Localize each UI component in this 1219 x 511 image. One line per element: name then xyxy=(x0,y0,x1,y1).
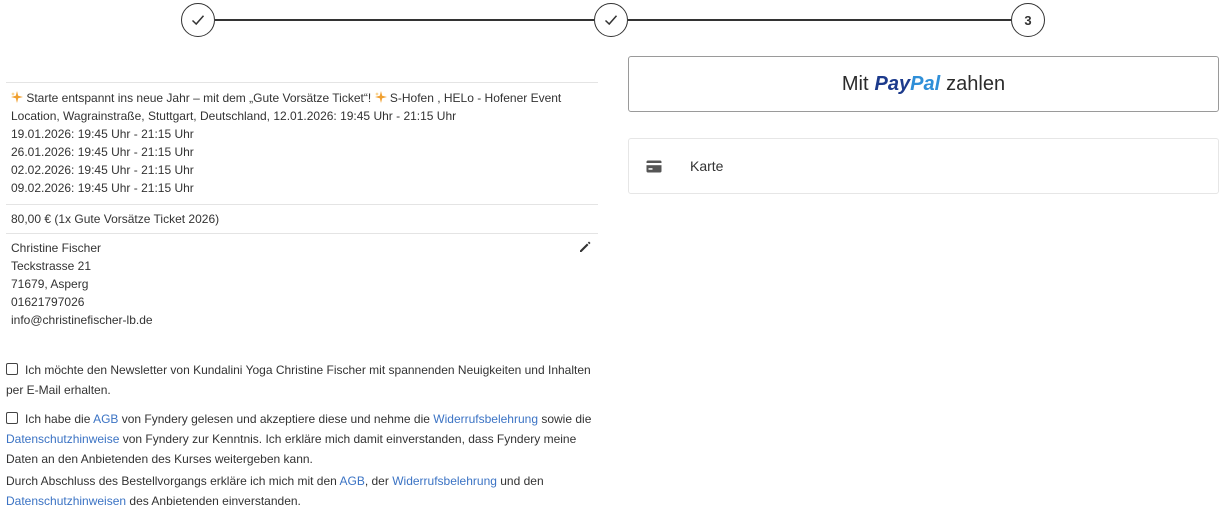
address-email: info@christinefischer-lb.de xyxy=(11,313,153,327)
agb-link[interactable]: AGB xyxy=(340,474,365,488)
newsletter-consent: Ich möchte den Newsletter von Kundalini … xyxy=(6,360,598,400)
credit-card-icon xyxy=(646,160,662,172)
checkout-stepper: 3 xyxy=(0,0,1219,48)
newsletter-checkbox[interactable] xyxy=(6,363,18,375)
event-details: Starte entspannt ins neue Jahr – mit dem… xyxy=(6,83,598,204)
step-2-completed xyxy=(594,3,628,37)
address-street: Teckstrasse 21 xyxy=(11,259,92,273)
newsletter-text: Ich möchte den Newsletter von Kundalini … xyxy=(6,363,591,397)
step-number: 3 xyxy=(1024,12,1032,28)
event-date: 09.02.2026: 19:45 Uhr - 21:15 Uhr xyxy=(11,181,194,195)
address-name: Christine Fischer xyxy=(11,241,102,255)
event-date: 26.01.2026: 19:45 Uhr - 21:15 Uhr xyxy=(11,145,194,159)
sparkles-icon xyxy=(11,91,23,103)
paypal-pay-button[interactable]: Mit PayPal zahlen xyxy=(628,56,1219,112)
card-option-label: Karte xyxy=(690,158,724,174)
step-3-current: 3 xyxy=(1011,3,1045,37)
check-icon xyxy=(191,15,205,26)
pencil-icon[interactable] xyxy=(578,240,592,254)
step-connector xyxy=(215,19,594,21)
billing-address: Christine Fischer Teckstrasse 21 71679, … xyxy=(6,234,598,331)
price-summary: 80,00 € (1x Gute Vorsätze Ticket 2026) xyxy=(11,212,220,226)
order-summary: Starte entspannt ins neue Jahr – mit dem… xyxy=(6,82,598,511)
address-phone: 01621797026 xyxy=(11,295,85,309)
paypal-logo: PayPal xyxy=(874,72,941,95)
event-date: 19.01.2026: 19:45 Uhr - 21:15 Uhr xyxy=(11,127,194,141)
check-icon xyxy=(604,15,618,26)
widerrufsbelehrung-link[interactable]: Widerrufsbelehrung xyxy=(392,474,497,488)
step-connector xyxy=(628,19,1011,21)
card-payment-option[interactable]: Karte xyxy=(628,138,1219,194)
agb-link[interactable]: AGB xyxy=(93,412,118,426)
step-1-completed xyxy=(181,3,215,37)
event-date: 02.02.2026: 19:45 Uhr - 21:15 Uhr xyxy=(11,163,194,177)
widerrufsbelehrung-link[interactable]: Widerrufsbelehrung xyxy=(433,412,538,426)
terms-consent: Ich habe die AGB von Fyndery gelesen und… xyxy=(6,412,592,466)
datenschutz-link[interactable]: Datenschutzhinweisen xyxy=(6,494,126,508)
order-legal-notice: Durch Abschluss des Bestellvorgangs erkl… xyxy=(6,474,544,508)
datenschutz-link[interactable]: Datenschutzhinweise xyxy=(6,432,119,446)
terms-checkbox[interactable] xyxy=(6,412,18,424)
address-city: 71679, Asperg xyxy=(11,277,89,291)
sparkles-icon xyxy=(374,91,387,103)
event-title: Starte entspannt ins neue Jahr – mit dem… xyxy=(11,91,562,123)
